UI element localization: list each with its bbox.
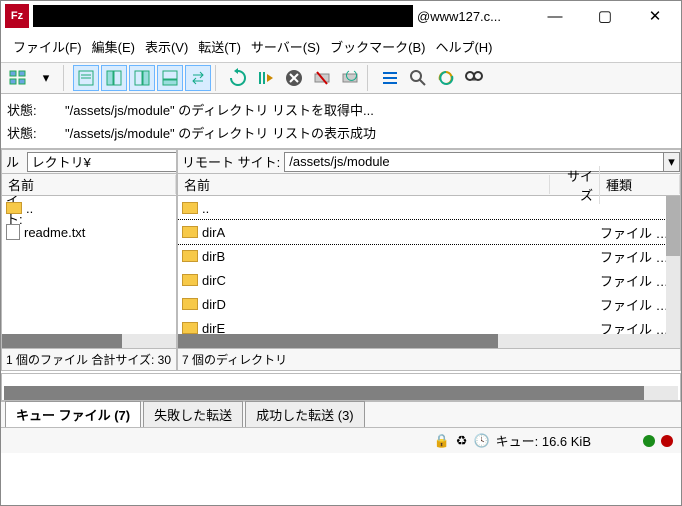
maximize-button[interactable]: ▢ (591, 2, 619, 30)
toolbar: ▾ (1, 63, 681, 94)
remote-path-label: リモート サイト: (178, 152, 284, 171)
menu-transfer[interactable]: 転送(T) (194, 35, 245, 58)
local-pane: ローカル サイト: ▾ 名前 .. readme.txt (1, 149, 177, 349)
tab-queue[interactable]: キュー ファイル (7) (5, 401, 141, 427)
dropdown-icon[interactable]: ▾ (33, 65, 59, 91)
remote-col-name[interactable]: 名前 (178, 175, 550, 194)
filter-button[interactable] (377, 65, 403, 91)
clock-icon: 🕓 (473, 433, 489, 449)
sync-browsing-button[interactable] (185, 65, 211, 91)
list-item[interactable]: dirCファイル フ... (178, 268, 680, 292)
tab-success[interactable]: 成功した転送 (3) (245, 401, 365, 427)
toggle-remote-tree-button[interactable] (129, 65, 155, 91)
app-icon: Fz (5, 4, 29, 28)
lock-icon: 🔒 (434, 433, 450, 449)
tab-failed[interactable]: 失敗した転送 (143, 401, 243, 427)
minimize-button[interactable]: — (541, 2, 569, 30)
list-item[interactable]: .. (2, 196, 176, 220)
menubar: ファイル(F) 編集(E) 表示(V) 転送(T) サーバー(S) ブックマーク… (1, 31, 681, 63)
file-icon (6, 224, 20, 240)
statusbar: 🔒 ♻ 🕓 キュー: 16.6 KiB (1, 427, 681, 453)
find-button[interactable] (461, 65, 487, 91)
folder-icon (6, 202, 22, 214)
folder-icon (182, 274, 198, 286)
queue-tabs: キュー ファイル (7) 失敗した転送 成功した転送 (3) (1, 401, 681, 427)
toggle-local-tree-button[interactable] (101, 65, 127, 91)
transfer-hscroll[interactable] (4, 386, 678, 400)
local-hscroll[interactable] (2, 334, 176, 348)
remote-pane: リモート サイト: ▾ 名前 サイズ 種類 ..dirAファイル フ...dir… (177, 149, 681, 349)
recycle-icon: ♻ (456, 433, 468, 449)
site-manager-button[interactable] (5, 65, 31, 91)
status-label: 状態: (7, 100, 49, 119)
folder-icon (182, 226, 198, 238)
cancel-button[interactable] (281, 65, 307, 91)
queue-status: キュー: 16.6 KiB (496, 431, 591, 450)
remote-file-list[interactable]: ..dirAファイル フ...dirBファイル フ...dirCファイル フ..… (178, 196, 680, 334)
local-path-input[interactable] (27, 152, 177, 172)
menu-server[interactable]: サーバー(S) (247, 35, 324, 58)
process-queue-button[interactable] (253, 65, 279, 91)
local-col-name[interactable]: 名前 (2, 175, 176, 194)
activity-led-1 (643, 435, 655, 447)
status-text: "/assets/js/module" のディレクトリ リストを取得中... (65, 100, 374, 119)
remote-vscroll[interactable] (666, 196, 680, 334)
title-suffix: @www127.c... (413, 9, 505, 24)
folder-icon (182, 298, 198, 310)
remote-path-dropdown[interactable]: ▾ (664, 152, 680, 172)
local-status: 1 個のファイル 合計サイズ: 30 (1, 349, 177, 371)
list-item[interactable]: readme.txt (2, 220, 176, 244)
status-text: "/assets/js/module" のディレクトリ リストの表示成功 (65, 123, 376, 142)
menu-file[interactable]: ファイル(F) (9, 35, 86, 58)
menu-help[interactable]: ヘルプ(H) (431, 35, 496, 58)
close-button[interactable]: ✕ (641, 2, 669, 30)
list-item[interactable]: dirDファイル フ... (178, 292, 680, 316)
toggle-queue-button[interactable] (157, 65, 183, 91)
menu-edit[interactable]: 編集(E) (88, 35, 139, 58)
reconnect-button[interactable] (337, 65, 363, 91)
local-file-list[interactable]: .. readme.txt (2, 196, 176, 334)
folder-icon (182, 322, 198, 334)
folder-icon (182, 250, 198, 262)
remote-status: 7 個のディレクトリ (177, 349, 681, 371)
list-item[interactable]: dirAファイル フ... (178, 220, 680, 244)
activity-led-2 (661, 435, 673, 447)
menu-view[interactable]: 表示(V) (141, 35, 192, 58)
remote-col-type[interactable]: 種類 (600, 175, 680, 194)
list-item[interactable]: dirBファイル フ... (178, 244, 680, 268)
toggle-log-button[interactable] (73, 65, 99, 91)
menu-bookmark[interactable]: ブックマーク(B) (326, 35, 429, 58)
titlebar: Fz @www127.c... — ▢ ✕ (1, 1, 681, 31)
remote-hscroll[interactable] (178, 334, 680, 348)
transfer-queue[interactable] (1, 373, 681, 401)
message-log: 状態: "/assets/js/module" のディレクトリ リストを取得中.… (1, 94, 681, 149)
remote-path-input[interactable] (284, 152, 664, 172)
status-label: 状態: (7, 123, 49, 142)
list-item[interactable]: dirEファイル フ... (178, 316, 680, 334)
title-redacted (33, 5, 413, 27)
folder-icon (182, 202, 198, 214)
compare-button[interactable] (433, 65, 459, 91)
refresh-button[interactable] (225, 65, 251, 91)
search-button[interactable] (405, 65, 431, 91)
list-item[interactable]: .. (178, 196, 680, 220)
disconnect-button[interactable] (309, 65, 335, 91)
